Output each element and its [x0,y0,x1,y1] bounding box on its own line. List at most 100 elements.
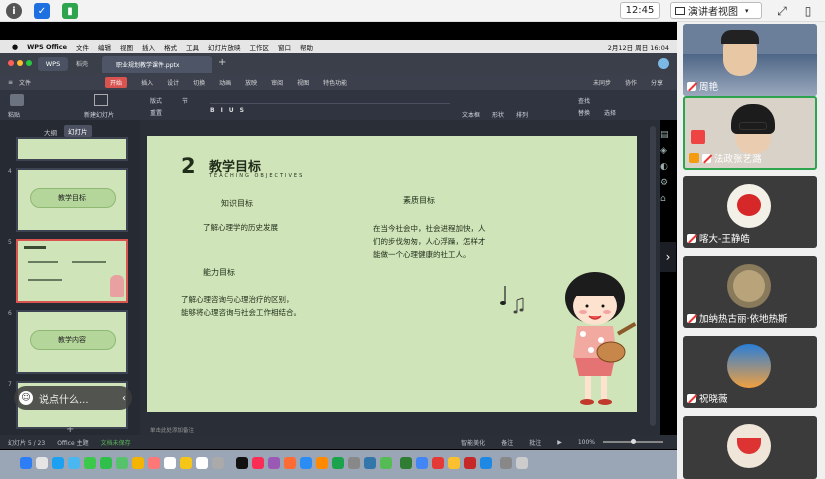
user-avatar-icon[interactable] [658,58,669,69]
freeform-icon[interactable] [212,457,224,469]
minimize-window-icon[interactable] [17,60,23,66]
wps-menu-transition[interactable]: 切换 [193,78,205,87]
tv-icon[interactable] [236,457,248,469]
chrome-icon[interactable] [448,457,460,469]
sync-status[interactable]: 未同步 [593,78,611,87]
menu-view[interactable]: 视图 [120,42,133,52]
comments-button[interactable]: 批注 [529,438,541,447]
layout-label[interactable]: 版式 [150,96,162,105]
zoom-slider[interactable] [603,439,663,444]
trash-icon[interactable] [516,457,528,469]
menu-insert[interactable]: 插入 [142,42,155,52]
participant-tile[interactable]: 祝晓薇 [683,336,817,408]
notes-button[interactable]: 备注 [501,438,513,447]
emoji-icon[interactable]: ☺ [19,391,33,405]
participant-tile[interactable]: 喀大-王静皓 [683,176,817,248]
menu-workspace[interactable]: 工作区 [250,42,270,52]
menu-edit[interactable]: 编辑 [98,42,111,52]
wps-menu-home[interactable]: 开始 [105,76,128,88]
wps-menu-design[interactable]: 设计 [167,78,179,87]
wps-menu-view[interactable]: 视图 [297,78,309,87]
messages-icon[interactable] [84,457,96,469]
close-window-icon[interactable] [8,60,14,66]
wps-menu-file[interactable]: 文件 [19,78,31,87]
docs-icon[interactable] [416,457,428,469]
play-icon[interactable]: ▶ [557,439,562,446]
menu-file[interactable]: 文件 [76,42,89,52]
reset-label[interactable]: 重置 [150,108,162,117]
numbers-icon[interactable] [332,457,344,469]
property-icon[interactable]: ▤ [660,130,672,140]
tab-docer[interactable]: 稻壳 [76,59,88,68]
participant-tile-speaking[interactable]: 法政张艺潞 [683,96,817,170]
view-mode-dropdown[interactable]: 演讲者视图 ▾ [670,2,762,19]
maximize-window-icon[interactable] [26,60,32,66]
wps-menu-insert[interactable]: 插入 [141,78,153,87]
slide-thumbnail-selected[interactable] [16,239,128,303]
podcasts-icon[interactable] [268,457,280,469]
textbox-label[interactable]: 文本框 [462,110,480,119]
notes-placeholder[interactable]: 单击此处添加备注 [150,426,194,434]
app-store-icon[interactable] [300,457,312,469]
app-icon[interactable] [380,457,392,469]
settings-icon[interactable]: ⚙ [660,178,672,188]
preview-icon[interactable] [364,457,376,469]
new-slide-icon[interactable] [94,94,108,106]
contacts-icon[interactable] [148,457,160,469]
select-label[interactable]: 选择 [604,108,616,117]
participant-tile[interactable]: 周艳 [683,24,817,96]
menu-window[interactable]: 窗口 [278,42,291,52]
share-button[interactable]: 分享 [651,78,663,87]
wps-icon[interactable] [432,457,444,469]
notes-app-icon[interactable] [180,457,192,469]
zoom-level[interactable]: 100% [578,439,595,446]
news-icon[interactable] [284,457,296,469]
menu-format[interactable]: 格式 [164,42,177,52]
section-label[interactable]: 节 [182,96,188,105]
menu-icon[interactable]: ≡ [8,79,13,86]
vertical-scrollbar[interactable] [650,126,656,426]
menu-help[interactable]: 帮助 [300,42,313,52]
wps-menu-slideshow[interactable]: 放映 [245,78,257,87]
text-format-buttons[interactable]: BIUS [210,107,250,114]
calendar-icon[interactable] [164,457,176,469]
new-tab-icon[interactable]: + [218,57,226,68]
expand-panel-icon[interactable]: › [660,242,676,272]
paste-icon[interactable] [10,94,24,106]
chat-input[interactable]: ☺ 说点什么... ‹ [14,386,132,410]
keynote-icon[interactable] [316,457,328,469]
find-label[interactable]: 查找 [578,96,590,105]
slide-thumbnail[interactable]: 教学内容 [16,310,128,374]
collaborate-button[interactable]: 协作 [625,78,637,87]
arrange-label[interactable]: 排列 [516,110,528,119]
tab-document[interactable]: 职业规划教学课件.pptx [102,56,212,73]
signal-icon[interactable]: ▮ [62,3,78,19]
mail-icon[interactable] [68,457,80,469]
current-slide[interactable]: 2 教学目标 TEACHING OBJECTIVES 知识目标 了解心理学的历史… [147,136,637,412]
facetime-icon[interactable] [100,457,112,469]
wechat-icon[interactable] [400,457,412,469]
fullscreen-icon[interactable]: ⤢ [774,3,790,19]
safari-icon[interactable] [52,457,64,469]
shape-label[interactable]: 形状 [492,110,504,119]
outline-tab[interactable]: 大纲 [44,127,57,137]
wps-menu-features[interactable]: 特色功能 [323,78,347,87]
meeting-app-icon[interactable] [480,457,492,469]
launchpad-icon[interactable] [36,457,48,469]
slide-thumbnail[interactable] [16,137,128,161]
menu-app[interactable]: WPS Office [27,43,67,51]
menu-tools[interactable]: 工具 [186,42,199,52]
collapse-chat-icon[interactable]: ‹ [122,393,126,404]
menu-slideshow[interactable]: 幻灯片放映 [208,42,241,52]
replace-label[interactable]: 替换 [578,108,590,117]
wps-home-tab[interactable]: WPS [38,57,68,71]
info-icon[interactable]: i [6,3,22,19]
maps-icon[interactable] [116,457,128,469]
wps-menu-animation[interactable]: 动画 [219,78,231,87]
slides-tab[interactable]: 幻灯片 [64,125,92,137]
font-controls[interactable] [210,95,450,104]
music-icon[interactable] [252,457,264,469]
format-icon[interactable]: ◐ [660,162,672,172]
beautify-button[interactable]: 智能美化 [461,438,485,447]
wps-menu-review[interactable]: 审阅 [271,78,283,87]
